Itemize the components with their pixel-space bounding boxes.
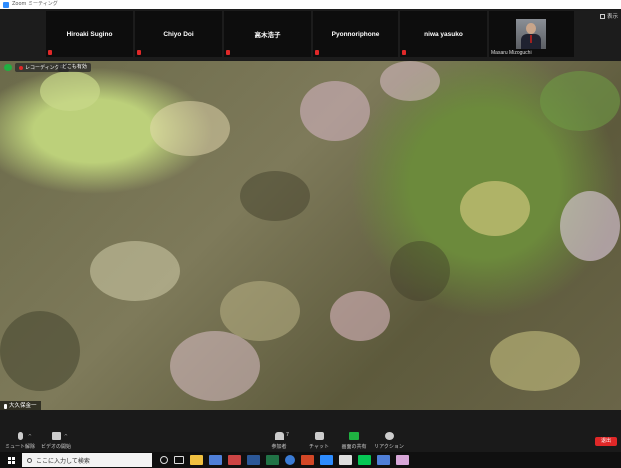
participant-tile[interactable]: niwa yasuko [400,11,487,57]
share-screen-button[interactable]: 画面の共有 [334,432,374,450]
gallery-strip: Hiroaki Sugino Chiyo Doi 高木浩子 Pyonnoriph… [0,9,621,61]
muted-mic-icon [226,50,230,55]
excel-icon[interactable] [266,455,279,465]
leave-button[interactable]: 退出 [595,437,617,446]
chat-icon [314,432,324,440]
windows-taskbar: ここに入力して検索 [0,452,621,468]
app-icon[interactable] [377,455,390,465]
task-view-icon[interactable] [174,456,184,464]
participants-icon [274,432,284,440]
participant-name: Pyonnoriphone [331,30,380,38]
video-off-icon [51,432,61,440]
start-video-button[interactable]: ビデオの開始 ^ [36,432,76,450]
participant-tile[interactable]: 高木浩子 [224,11,311,57]
participant-name: niwa yasuko [424,30,463,38]
participant-name: 高木浩子 [254,32,281,39]
shared-video [0,61,621,410]
chat-button[interactable]: チャット [299,432,339,450]
participants-count: 7 [285,432,289,438]
cortana-icon[interactable] [160,456,168,464]
participant-tile[interactable]: Pyonnoriphone [313,11,398,57]
participant-tile[interactable]: Masaru Mizoguchi [489,11,574,57]
zoom-taskbar-icon[interactable] [320,455,333,465]
title-bar: Zoom ミーティング [0,0,621,9]
muted-mic-icon [137,50,141,55]
window-title: Zoom ミーティング [12,1,58,7]
zoom-logo-icon [3,1,9,8]
search-icon [27,457,32,463]
muted-mic-icon [315,50,319,55]
pause-indicator[interactable]: どこも有効 [58,63,91,72]
reactions-button[interactable]: リアクション [369,432,409,450]
start-button[interactable] [0,452,22,468]
participant-name: Hiroaki Sugino [66,30,113,38]
participant-tile[interactable]: Hiroaki Sugino [46,11,133,57]
muted-mic-icon [48,50,52,55]
word-icon[interactable] [247,455,260,465]
participant-name: Chiyo Doi [163,30,194,38]
participant-name: Masaru Mizoguchi [491,50,532,56]
app-icon[interactable] [396,455,409,465]
muted-mic-icon [402,50,406,55]
app-icon[interactable] [301,455,314,465]
app-icon[interactable] [228,455,241,465]
mute-label: ミュート解除 [4,444,35,450]
participants-label: 参加者 [271,444,287,450]
windows-logo-icon [7,456,15,464]
zoom-window: Zoom ミーティング Hiroaki Sugino Chiyo Doi 高木浩… [0,0,621,468]
grid-icon [599,13,605,19]
participant-tile[interactable]: Chiyo Doi [135,11,222,57]
view-button[interactable]: 表示 [599,12,618,20]
file-explorer-icon[interactable] [190,455,203,465]
security-icon[interactable] [4,64,12,71]
participants-button[interactable]: 参加者 7 [259,432,299,450]
app-icon[interactable] [339,455,352,465]
line-icon[interactable] [358,455,371,465]
record-dot-icon [19,65,23,70]
chevron-up-icon: ^ [27,434,32,440]
mic-icon [4,403,7,409]
chat-label: チャット [309,444,329,450]
share-screen-icon [349,432,359,440]
video-label: ビデオの開始 [40,444,71,450]
meeting-toolbar: ミュート解除 ^ ビデオの開始 ^ 参加者 7 チャット 画面の共有 リアクショ… [0,410,621,452]
reactions-label: リアクション [374,444,404,450]
mute-button[interactable]: ミュート解除 ^ [0,432,40,450]
reaction-smile-icon [384,432,394,440]
participant-photo [516,19,546,49]
app-icon[interactable] [285,455,295,465]
chevron-up-icon: ^ [63,434,68,440]
taskbar-search[interactable]: ここに入力して検索 [22,453,152,467]
app-icon[interactable] [209,455,222,465]
view-label: 表示 [606,14,618,20]
mic-muted-icon [17,432,23,440]
share-label: 画面の共有 [341,444,367,450]
search-placeholder: ここに入力して検索 [36,457,90,465]
